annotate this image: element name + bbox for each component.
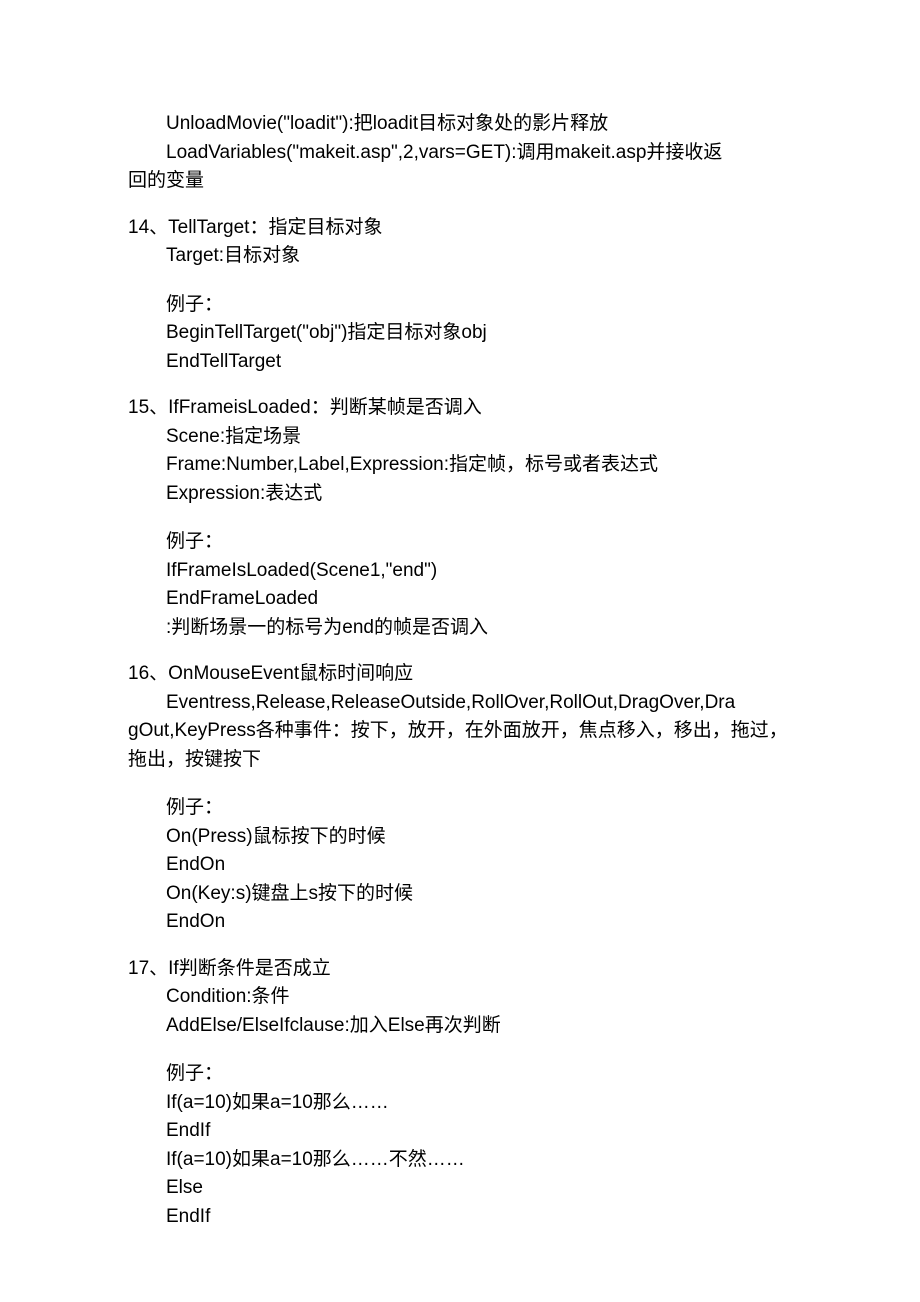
code-line: On(Key:s)键盘上s按下的时候 — [128, 880, 792, 909]
section-17-title: 17、If判断条件是否成立 — [128, 955, 792, 984]
code-line: Frame:Number,Label,Expression:指定帧，标号或者表达… — [128, 451, 792, 480]
code-line: gOut,KeyPress各种事件：按下，放开，在外面放开，焦点移入，移出，拖过… — [128, 717, 792, 746]
document-body: UnloadMovie("loadit"):把loadit目标对象处的影片释放 … — [128, 110, 792, 1231]
code-line: Scene:指定场景 — [128, 423, 792, 452]
code-line: 拖出，按键按下 — [128, 746, 792, 775]
code-line: If(a=10)如果a=10那么…… — [128, 1089, 792, 1118]
code-line: Condition:条件 — [128, 983, 792, 1012]
code-line: LoadVariables("makeit.asp",2,vars=GET):调… — [128, 139, 792, 168]
code-line: EndTellTarget — [128, 348, 792, 377]
code-line: Else — [128, 1174, 792, 1203]
code-line: EndOn — [128, 851, 792, 880]
code-line: :判断场景一的标号为end的帧是否调入 — [128, 614, 792, 643]
example-label: 例子： — [128, 794, 792, 823]
example-label: 例子： — [128, 528, 792, 557]
code-line: IfFrameIsLoaded(Scene1,"end") — [128, 557, 792, 586]
code-line: On(Press)鼠标按下的时候 — [128, 823, 792, 852]
code-line: Expression:表达式 — [128, 480, 792, 509]
example-label: 例子： — [128, 1060, 792, 1089]
code-line: Target:目标对象 — [128, 242, 792, 271]
code-line: EndFrameLoaded — [128, 585, 792, 614]
code-line: UnloadMovie("loadit"):把loadit目标对象处的影片释放 — [128, 110, 792, 139]
example-label: 例子： — [128, 291, 792, 320]
code-line: EndIf — [128, 1203, 792, 1232]
section-16-title: 16、OnMouseEvent鼠标时间响应 — [128, 660, 792, 689]
code-line: AddElse/ElseIfclause:加入Else再次判断 — [128, 1012, 792, 1041]
code-line: EndIf — [128, 1117, 792, 1146]
code-line: EndOn — [128, 908, 792, 937]
code-line: 回的变量 — [128, 167, 792, 196]
code-line: Eventress,Release,ReleaseOutside,RollOve… — [128, 689, 792, 718]
section-15-title: 15、IfFrameisLoaded：判断某帧是否调入 — [128, 394, 792, 423]
section-14-title: 14、TellTarget：指定目标对象 — [128, 214, 792, 243]
code-line: BeginTellTarget("obj")指定目标对象obj — [128, 319, 792, 348]
code-line: If(a=10)如果a=10那么……不然…… — [128, 1146, 792, 1175]
